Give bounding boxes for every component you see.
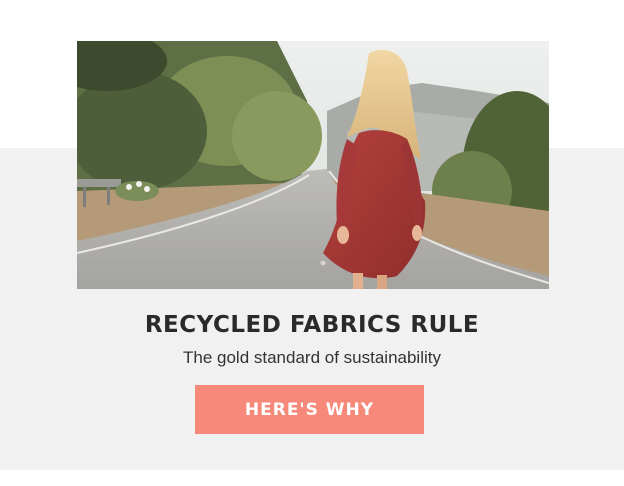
promo-subheadline: The gold standard of sustainability xyxy=(183,348,441,367)
promo-page: RECYCLED FABRICS RULE The gold standard … xyxy=(0,0,624,486)
heres-why-button[interactable]: HERE'S WHY xyxy=(195,385,424,434)
hero-photo-woman-red-dress-on-road xyxy=(77,41,549,289)
promo-headline: RECYCLED FABRICS RULE xyxy=(144,312,480,338)
hero-image xyxy=(77,41,549,289)
